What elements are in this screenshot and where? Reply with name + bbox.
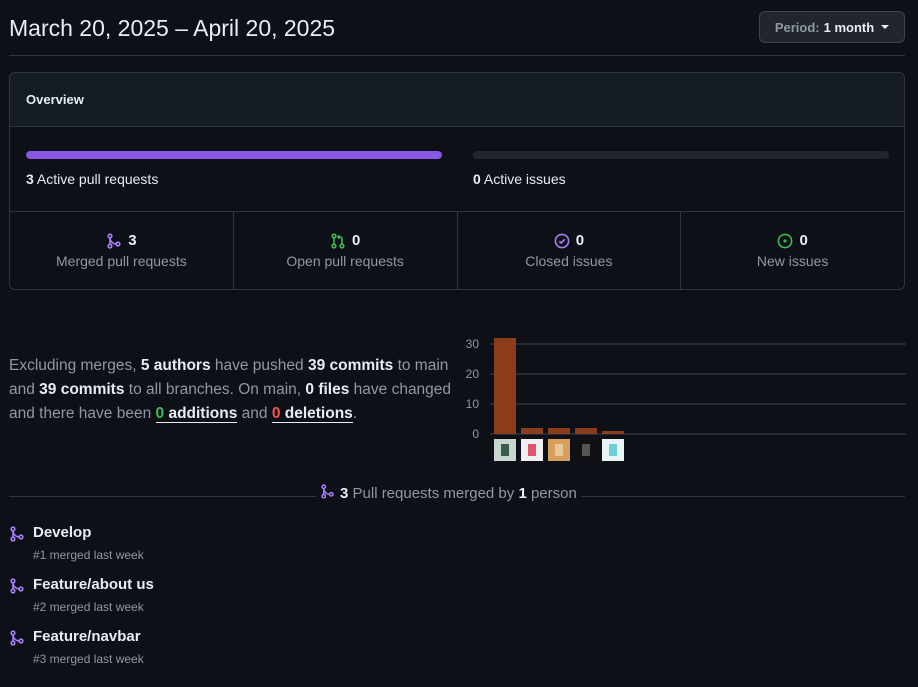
deletions-word: deletions xyxy=(280,405,353,422)
overview-title: Overview xyxy=(10,73,904,127)
pr-meta: #2 merged last week xyxy=(33,600,144,614)
issue-closed-icon xyxy=(554,233,570,249)
new-issues-label: New issues xyxy=(756,253,829,269)
merged-pr-summary: 3 Pull requests merged by 1 person xyxy=(316,484,581,503)
open-pr-count: 0 xyxy=(351,232,361,249)
git-pull-request-icon xyxy=(330,232,346,249)
date-range-title: March 20, 2025 – April 20, 2025 xyxy=(9,15,336,41)
authors-count: 5 authors xyxy=(140,357,211,374)
stat-open-pull-requests[interactable]: 0 Open pull requests xyxy=(234,212,458,289)
y-tick-label: 10 xyxy=(466,397,480,411)
period-label: Period: xyxy=(774,19,820,35)
avatar-photo-icon-detail xyxy=(555,444,563,456)
avatar-identicon-pink-detail xyxy=(528,444,536,456)
pr-meta: #3 merged last week xyxy=(33,652,144,666)
summary-text: Excluding merges, xyxy=(9,357,141,374)
git-merge-icon xyxy=(9,526,25,547)
deletions-link[interactable]: 0 deletions xyxy=(271,405,353,423)
commit-summary: Excluding merges, 5 authors have pushed … xyxy=(9,354,459,426)
merged-pr-count: 3 xyxy=(128,232,137,249)
overview-panel: Overview 3 Active pull requests 0 Active… xyxy=(9,72,905,290)
merged-text: Pull requests merged by xyxy=(348,485,519,502)
merged-people-count: 1 xyxy=(518,485,527,502)
avatar-identicon-teal-detail xyxy=(609,444,617,456)
closed-issues-count: 0 xyxy=(575,232,585,249)
git-merge-icon xyxy=(320,484,335,503)
period-dropdown-button[interactable]: Period: 1 month xyxy=(759,11,905,43)
avatar-dark-icon-detail xyxy=(582,444,590,456)
merged-text: person xyxy=(526,485,577,502)
chart-bar[interactable] xyxy=(494,338,516,434)
pr-meta: #1 merged last week xyxy=(33,548,144,562)
y-tick-label: 20 xyxy=(466,367,480,381)
active-issues-label: Active issues xyxy=(483,171,566,187)
closed-issues-label: Closed issues xyxy=(525,253,613,269)
y-tick-label: 30 xyxy=(466,337,480,351)
stat-new-issues[interactable]: 0 New issues xyxy=(681,212,904,289)
summary-text: . xyxy=(352,405,358,422)
merged-pr-label: Merged pull requests xyxy=(56,253,187,269)
stat-merged-pull-requests[interactable]: 3 Merged pull requests xyxy=(10,212,234,289)
caret-down-icon xyxy=(881,25,890,29)
pr-title-link[interactable]: Feature/navbar xyxy=(33,628,141,645)
chart-bar[interactable] xyxy=(602,431,624,434)
pr-title-link[interactable]: Develop xyxy=(33,524,91,541)
active-issues-count: 0 xyxy=(473,171,481,187)
y-tick-label: 0 xyxy=(472,427,479,441)
additions-word: additions xyxy=(164,405,238,422)
additions-link[interactable]: 0 additions xyxy=(155,405,238,423)
avatar-person-icon-detail xyxy=(501,444,509,456)
git-merge-icon xyxy=(106,232,122,249)
stats-row: 3 Merged pull requests 0 Open pull reque… xyxy=(10,212,904,289)
pr-title-link[interactable]: Feature/about us xyxy=(33,576,154,593)
contributors-chart: 0 10 20 30 xyxy=(462,330,906,465)
open-pr-label: Open pull requests xyxy=(286,253,404,269)
activity-bars: 3 Active pull requests 0 Active issues xyxy=(10,127,904,212)
chart-bar[interactable] xyxy=(575,428,597,434)
git-merge-icon xyxy=(9,578,25,599)
summary-text: to all branches. On main, xyxy=(124,381,306,398)
summary-text: and xyxy=(237,405,272,422)
page-header: March 20, 2025 – April 20, 2025 Period: … xyxy=(9,0,905,56)
chart-bar[interactable] xyxy=(548,428,570,434)
issues-bar xyxy=(473,151,889,159)
active-issues-link[interactable]: 0 Active issues xyxy=(473,171,566,187)
stat-closed-issues[interactable]: 0 Closed issues xyxy=(458,212,682,289)
summary-text: have pushed xyxy=(210,357,308,374)
new-issues-count: 0 xyxy=(799,232,808,249)
active-pull-requests-link[interactable]: 3 Active pull requests xyxy=(26,171,158,187)
chart-bar[interactable] xyxy=(521,428,543,434)
git-merge-icon xyxy=(9,630,25,651)
pull-requests-bar-fill xyxy=(26,151,442,159)
additions-count: 0 xyxy=(155,405,165,422)
files-changed-count: 0 files xyxy=(305,381,350,398)
commits-all-count: 39 commits xyxy=(39,381,125,398)
contributors-chart-svg: 0 10 20 30 xyxy=(466,337,906,461)
commits-main-count: 39 commits xyxy=(307,357,394,374)
active-pr-count: 3 xyxy=(26,171,34,187)
active-pr-label: Active pull requests xyxy=(36,171,159,187)
pull-requests-bar xyxy=(26,151,442,159)
issue-opened-icon xyxy=(777,233,793,249)
period-value: 1 month xyxy=(823,19,875,35)
